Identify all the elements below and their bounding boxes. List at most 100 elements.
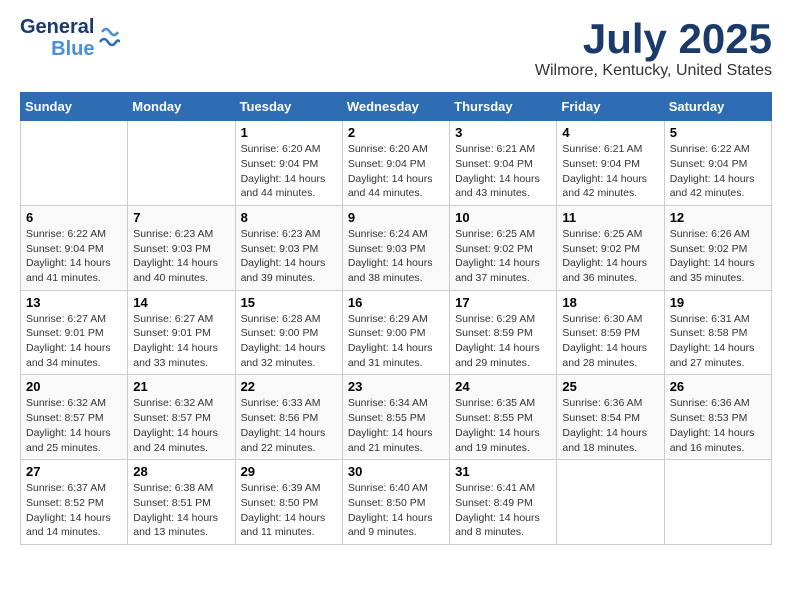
calendar-cell: 16Sunrise: 6:29 AM Sunset: 9:00 PM Dayli… bbox=[342, 290, 449, 375]
day-info: Sunrise: 6:31 AM Sunset: 8:58 PM Dayligh… bbox=[670, 312, 766, 371]
calendar-cell: 20 Sunrise: 6:32 AM Sunset: 8:57 PM Dayli… bbox=[21, 375, 128, 460]
calendar-week-row: 20 Sunrise: 6:32 AM Sunset: 8:57 PM Dayli… bbox=[21, 375, 772, 460]
day-info: Sunrise: 6:36 AM Sunset: 8:54 PM Dayligh… bbox=[562, 396, 658, 455]
logo-text-general: General bbox=[20, 16, 94, 38]
day-info: Sunrise: 6:27 AM Sunset: 9:01 PM Dayligh… bbox=[26, 312, 122, 371]
logo-text-blue: Blue bbox=[51, 38, 94, 60]
day-number: 17 bbox=[455, 295, 551, 310]
calendar-cell: 24 Sunrise: 6:35 AM Sunset: 8:55 PM Dayli… bbox=[450, 375, 557, 460]
day-number: 10 bbox=[455, 210, 551, 225]
calendar-cell: 25 Sunrise: 6:36 AM Sunset: 8:54 PM Dayli… bbox=[557, 375, 664, 460]
day-number: 6 bbox=[26, 210, 122, 225]
calendar-cell: 29Sunrise: 6:39 AM Sunset: 8:50 PM Dayli… bbox=[235, 460, 342, 545]
day-info: Sunrise: 6:21 AM Sunset: 9:04 PM Dayligh… bbox=[455, 142, 551, 201]
calendar-cell: 19 Sunrise: 6:31 AM Sunset: 8:58 PM Dayli… bbox=[664, 290, 771, 375]
calendar-week-row: 13Sunrise: 6:27 AM Sunset: 9:01 PM Dayli… bbox=[21, 290, 772, 375]
calendar-cell: 21 Sunrise: 6:32 AM Sunset: 8:57 PM Dayli… bbox=[128, 375, 235, 460]
day-info: Sunrise: 6:36 AM Sunset: 8:53 PM Dayligh… bbox=[670, 396, 766, 455]
day-info: Sunrise: 6:29 AM Sunset: 9:00 PM Dayligh… bbox=[348, 312, 444, 371]
day-info: Sunrise: 6:23 AM Sunset: 9:03 PM Dayligh… bbox=[241, 227, 337, 286]
subtitle: Wilmore, Kentucky, United States bbox=[535, 62, 772, 80]
day-info: Sunrise: 6:22 AM Sunset: 9:04 PM Dayligh… bbox=[26, 227, 122, 286]
calendar-cell: 4 Sunrise: 6:21 AM Sunset: 9:04 PM Daylig… bbox=[557, 121, 664, 206]
page-header: General Blue July 2025 Wilmore, Kentucky… bbox=[20, 16, 772, 80]
day-info: Sunrise: 6:38 AM Sunset: 8:51 PM Dayligh… bbox=[133, 481, 229, 540]
day-number: 27 bbox=[26, 464, 122, 479]
day-info: Sunrise: 6:40 AM Sunset: 8:50 PM Dayligh… bbox=[348, 481, 444, 540]
logo-wave-icon bbox=[98, 24, 120, 52]
calendar-cell: 23 Sunrise: 6:34 AM Sunset: 8:55 PM Dayli… bbox=[342, 375, 449, 460]
day-number: 26 bbox=[670, 379, 766, 394]
day-info: Sunrise: 6:32 AM Sunset: 8:57 PM Dayligh… bbox=[133, 396, 229, 455]
calendar-cell: 2Sunrise: 6:20 AM Sunset: 9:04 PM Daylig… bbox=[342, 121, 449, 206]
day-number: 12 bbox=[670, 210, 766, 225]
header-saturday: Saturday bbox=[664, 93, 771, 121]
day-number: 29 bbox=[241, 464, 337, 479]
day-number: 7 bbox=[133, 210, 229, 225]
day-number: 1 bbox=[241, 125, 337, 140]
day-number: 25 bbox=[562, 379, 658, 394]
day-info: Sunrise: 6:21 AM Sunset: 9:04 PM Dayligh… bbox=[562, 142, 658, 201]
day-info: Sunrise: 6:41 AM Sunset: 8:49 PM Dayligh… bbox=[455, 481, 551, 540]
day-info: Sunrise: 6:30 AM Sunset: 8:59 PM Dayligh… bbox=[562, 312, 658, 371]
day-info: Sunrise: 6:26 AM Sunset: 9:02 PM Dayligh… bbox=[670, 227, 766, 286]
calendar-cell: 15Sunrise: 6:28 AM Sunset: 9:00 PM Dayli… bbox=[235, 290, 342, 375]
main-title: July 2025 bbox=[535, 16, 772, 62]
day-number: 14 bbox=[133, 295, 229, 310]
day-info: Sunrise: 6:32 AM Sunset: 8:57 PM Dayligh… bbox=[26, 396, 122, 455]
day-info: Sunrise: 6:28 AM Sunset: 9:00 PM Dayligh… bbox=[241, 312, 337, 371]
day-info: Sunrise: 6:20 AM Sunset: 9:04 PM Dayligh… bbox=[348, 142, 444, 201]
day-info: Sunrise: 6:33 AM Sunset: 8:56 PM Dayligh… bbox=[241, 396, 337, 455]
day-number: 3 bbox=[455, 125, 551, 140]
calendar-cell: 26 Sunrise: 6:36 AM Sunset: 8:53 PM Dayli… bbox=[664, 375, 771, 460]
day-number: 30 bbox=[348, 464, 444, 479]
day-info: Sunrise: 6:37 AM Sunset: 8:52 PM Dayligh… bbox=[26, 481, 122, 540]
logo: General Blue bbox=[20, 16, 120, 60]
day-info: Sunrise: 6:34 AM Sunset: 8:55 PM Dayligh… bbox=[348, 396, 444, 455]
calendar-cell bbox=[557, 460, 664, 545]
calendar-cell: 12 Sunrise: 6:26 AM Sunset: 9:02 PM Dayli… bbox=[664, 205, 771, 290]
day-info: Sunrise: 6:35 AM Sunset: 8:55 PM Dayligh… bbox=[455, 396, 551, 455]
day-number: 24 bbox=[455, 379, 551, 394]
calendar-cell: 6 Sunrise: 6:22 AM Sunset: 9:04 PM Daylig… bbox=[21, 205, 128, 290]
header-wednesday: Wednesday bbox=[342, 93, 449, 121]
day-number: 22 bbox=[241, 379, 337, 394]
header-monday: Monday bbox=[128, 93, 235, 121]
day-number: 4 bbox=[562, 125, 658, 140]
calendar-cell: 7 Sunrise: 6:23 AM Sunset: 9:03 PM Daylig… bbox=[128, 205, 235, 290]
day-number: 9 bbox=[348, 210, 444, 225]
header-tuesday: Tuesday bbox=[235, 93, 342, 121]
calendar-cell bbox=[128, 121, 235, 206]
calendar-cell: 8Sunrise: 6:23 AM Sunset: 9:03 PM Daylig… bbox=[235, 205, 342, 290]
day-info: Sunrise: 6:22 AM Sunset: 9:04 PM Dayligh… bbox=[670, 142, 766, 201]
calendar-cell: 30 Sunrise: 6:40 AM Sunset: 8:50 PM Dayli… bbox=[342, 460, 449, 545]
calendar-cell: 11Sunrise: 6:25 AM Sunset: 9:02 PM Dayli… bbox=[557, 205, 664, 290]
calendar-cell: 9 Sunrise: 6:24 AM Sunset: 9:03 PM Daylig… bbox=[342, 205, 449, 290]
calendar-cell: 31 Sunrise: 6:41 AM Sunset: 8:49 PM Dayli… bbox=[450, 460, 557, 545]
calendar-cell: 10 Sunrise: 6:25 AM Sunset: 9:02 PM Dayli… bbox=[450, 205, 557, 290]
calendar-cell: 5Sunrise: 6:22 AM Sunset: 9:04 PM Daylig… bbox=[664, 121, 771, 206]
day-number: 21 bbox=[133, 379, 229, 394]
calendar-cell: 22 Sunrise: 6:33 AM Sunset: 8:56 PM Dayli… bbox=[235, 375, 342, 460]
day-info: Sunrise: 6:25 AM Sunset: 9:02 PM Dayligh… bbox=[455, 227, 551, 286]
calendar-cell: 18Sunrise: 6:30 AM Sunset: 8:59 PM Dayli… bbox=[557, 290, 664, 375]
day-number: 28 bbox=[133, 464, 229, 479]
calendar-week-row: 27 Sunrise: 6:37 AM Sunset: 8:52 PM Dayli… bbox=[21, 460, 772, 545]
header-sunday: Sunday bbox=[21, 93, 128, 121]
calendar-table: Sunday Monday Tuesday Wednesday Thursday… bbox=[20, 92, 772, 545]
calendar-week-row: 1 Sunrise: 6:20 AM Sunset: 9:04 PM Daylig… bbox=[21, 121, 772, 206]
day-info: Sunrise: 6:23 AM Sunset: 9:03 PM Dayligh… bbox=[133, 227, 229, 286]
calendar-cell: 13Sunrise: 6:27 AM Sunset: 9:01 PM Dayli… bbox=[21, 290, 128, 375]
day-number: 20 bbox=[26, 379, 122, 394]
title-block: July 2025 Wilmore, Kentucky, United Stat… bbox=[535, 16, 772, 80]
day-number: 31 bbox=[455, 464, 551, 479]
calendar-cell: 27 Sunrise: 6:37 AM Sunset: 8:52 PM Dayli… bbox=[21, 460, 128, 545]
header-thursday: Thursday bbox=[450, 93, 557, 121]
day-info: Sunrise: 6:24 AM Sunset: 9:03 PM Dayligh… bbox=[348, 227, 444, 286]
calendar-cell: 14 Sunrise: 6:27 AM Sunset: 9:01 PM Dayli… bbox=[128, 290, 235, 375]
day-number: 23 bbox=[348, 379, 444, 394]
day-info: Sunrise: 6:27 AM Sunset: 9:01 PM Dayligh… bbox=[133, 312, 229, 371]
calendar-header-row: Sunday Monday Tuesday Wednesday Thursday… bbox=[21, 93, 772, 121]
calendar-cell: 17Sunrise: 6:29 AM Sunset: 8:59 PM Dayli… bbox=[450, 290, 557, 375]
day-number: 19 bbox=[670, 295, 766, 310]
